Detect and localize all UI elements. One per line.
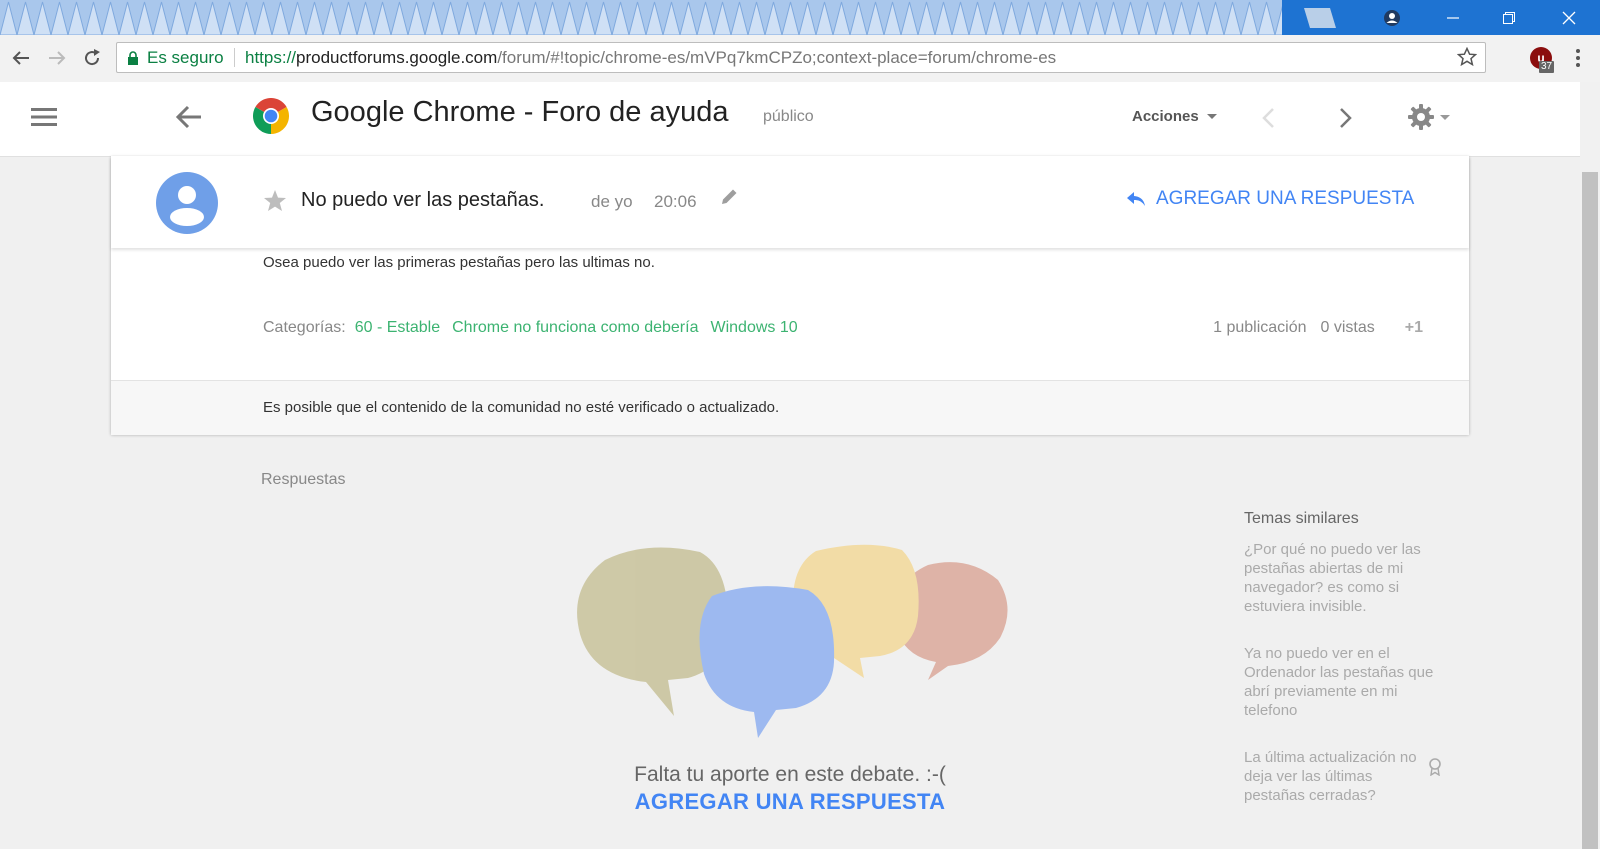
url-scheme: https:// xyxy=(245,48,297,67)
extension-badge: 37 xyxy=(1539,61,1555,73)
post-card: No puedo ver las pestañas. de yo 20:06 A… xyxy=(111,156,1469,435)
user-avatar-icon xyxy=(170,186,204,226)
arrow-right-icon xyxy=(49,51,66,65)
replies-heading: Respuestas xyxy=(261,471,346,488)
new-tab-icon[interactable] xyxy=(1300,8,1338,28)
minimize-button[interactable] xyxy=(1430,0,1476,35)
secure-indicator[interactable]: Es seguro xyxy=(127,43,224,72)
award-ribbon-icon xyxy=(1429,758,1441,776)
lock-icon xyxy=(128,50,138,65)
hamburger-menu-icon[interactable] xyxy=(31,108,57,126)
post-time: 20:06 xyxy=(654,192,697,211)
forum-header: Google Chrome - Foro de ayuda público Ac… xyxy=(0,82,1580,157)
views-count: 0 vistas xyxy=(1320,319,1375,336)
secure-label: Es seguro xyxy=(147,47,224,67)
similar-topics-title: Temas similares xyxy=(1244,510,1359,527)
url-host: productforums.google.com xyxy=(296,48,498,67)
url-path: /forum/#!topic/chrome-es/mVPq7kmCPZo;con… xyxy=(497,48,1057,67)
forum-visibility: público xyxy=(763,108,814,125)
back-arrow-icon[interactable] xyxy=(175,104,203,130)
previous-topic-icon[interactable] xyxy=(1260,106,1278,130)
bookmark-star-icon[interactable] xyxy=(1457,47,1477,67)
url-separator xyxy=(234,48,235,67)
caret-down-icon xyxy=(1440,114,1450,120)
notice-text: Es posible que el contenido de la comuni… xyxy=(263,399,780,416)
browser-menu-icon[interactable] xyxy=(1568,47,1588,69)
reload-icon xyxy=(85,49,100,66)
similar-topic-link[interactable]: Ya no puedo ver en el Ordenador las pest… xyxy=(1244,644,1434,720)
plus-one-button[interactable]: +1 xyxy=(1405,319,1423,336)
scrollbar-thumb[interactable] xyxy=(1582,172,1598,849)
similar-topic-link[interactable]: ¿Por qué no puedo ver las pestañas abier… xyxy=(1244,540,1434,616)
gear-icon xyxy=(1408,104,1434,130)
reply-arrow-icon xyxy=(1127,192,1145,206)
reload-button[interactable] xyxy=(79,45,105,71)
post-header: No puedo ver las pestañas. de yo 20:06 A… xyxy=(111,156,1469,248)
tab-strip-pattern xyxy=(0,0,1282,35)
category-link[interactable]: 60 - Estable xyxy=(355,319,440,336)
address-bar[interactable]: Es seguro https://productforums.google.c… xyxy=(116,42,1486,73)
browser-toolbar: Es seguro https://productforums.google.c… xyxy=(0,35,1600,83)
publications-count: 1 publicación xyxy=(1213,319,1307,336)
back-button[interactable] xyxy=(8,45,34,71)
profile-icon[interactable] xyxy=(1369,0,1415,35)
restore-button[interactable] xyxy=(1486,0,1532,35)
speech-bubbles-illustration xyxy=(577,544,1008,738)
chrome-logo-icon xyxy=(253,98,289,134)
similar-topic-link[interactable]: La última actualización no deja ver las … xyxy=(1244,748,1434,805)
url-text[interactable]: https://productforums.google.com/forum/#… xyxy=(245,43,1056,72)
post-categories: Categorías: 60 - Estable Chrome no funcion… xyxy=(263,319,810,337)
caret-down-icon xyxy=(1206,114,1217,119)
add-reply-button[interactable]: AGREGAR UNA RESPUESTA xyxy=(1126,188,1414,210)
post-title: No puedo ver las pestañas. xyxy=(301,189,545,211)
empty-add-reply-link[interactable]: AGREGAR UNA RESPUESTA xyxy=(560,789,1020,815)
post-stats: 1 publicación 0 vistas +1 xyxy=(1199,319,1423,337)
post-author[interactable]: de yo xyxy=(591,192,633,212)
favorite-star-icon[interactable] xyxy=(263,189,287,213)
empty-replies-message: Falta tu aporte en este debate. :-( xyxy=(634,763,946,786)
categories-label: Categorías: xyxy=(263,319,346,336)
forum-title[interactable]: Google Chrome - Foro de ayuda xyxy=(311,96,729,129)
window-titlebar xyxy=(0,0,1600,35)
forward-button[interactable] xyxy=(44,45,70,71)
actions-label: Acciones xyxy=(1132,108,1199,125)
page-scrollbar[interactable] xyxy=(1580,82,1600,849)
category-link[interactable]: Windows 10 xyxy=(710,319,797,336)
arrow-left-icon xyxy=(12,51,29,65)
settings-dropdown[interactable] xyxy=(1408,104,1450,130)
community-notice: Es posible que el contenido de la comuni… xyxy=(111,380,1469,435)
avatar[interactable] xyxy=(156,172,218,234)
close-button[interactable] xyxy=(1546,0,1592,35)
pencil-icon[interactable] xyxy=(719,187,739,207)
post-body: Osea puedo ver las primeras pestañas per… xyxy=(263,254,655,271)
add-reply-label: AGREGAR UNA RESPUESTA xyxy=(1156,188,1415,209)
category-link[interactable]: Chrome no funciona como debería xyxy=(452,319,698,336)
actions-dropdown[interactable]: Acciones xyxy=(1132,108,1217,125)
similar-topics: Temas similares ¿Por qué no puedo ver la… xyxy=(1244,510,1434,833)
next-topic-icon[interactable] xyxy=(1336,106,1354,130)
